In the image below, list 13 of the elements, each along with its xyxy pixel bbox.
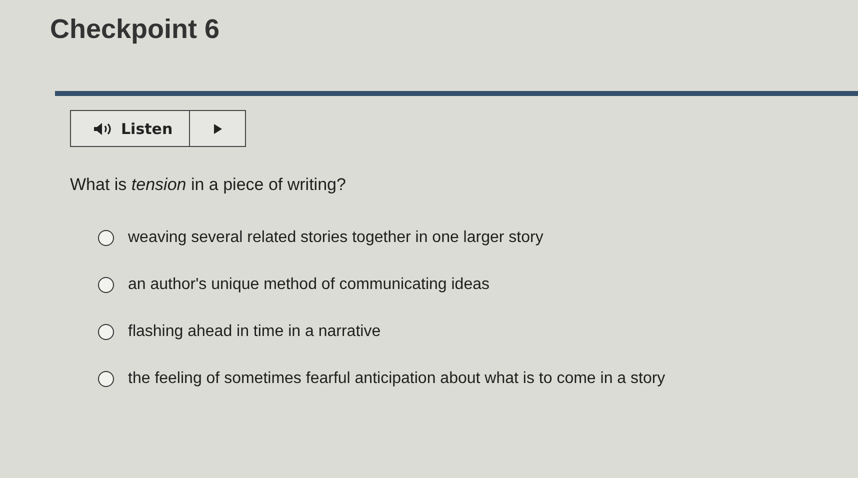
listen-button[interactable]: Listen <box>70 110 190 147</box>
radio-button[interactable] <box>98 324 114 340</box>
option-label: an author's unique method of communicating ideas <box>128 276 490 294</box>
radio-button[interactable] <box>98 371 114 387</box>
option-label: flashing ahead in time in a narrative <box>128 323 381 341</box>
option-label: the feeling of sometimes fearful anticipation about what is to come in a story <box>128 370 666 388</box>
play-icon <box>214 124 222 134</box>
play-button[interactable] <box>190 110 246 147</box>
option-label: weaving several related stories together in one larger story <box>128 229 544 247</box>
page-title: Checkpoint 6 <box>50 14 221 45</box>
radio-button[interactable] <box>98 230 114 246</box>
question-text: What is tension in a piece of writing? <box>70 175 347 195</box>
radio-button[interactable] <box>98 277 114 293</box>
